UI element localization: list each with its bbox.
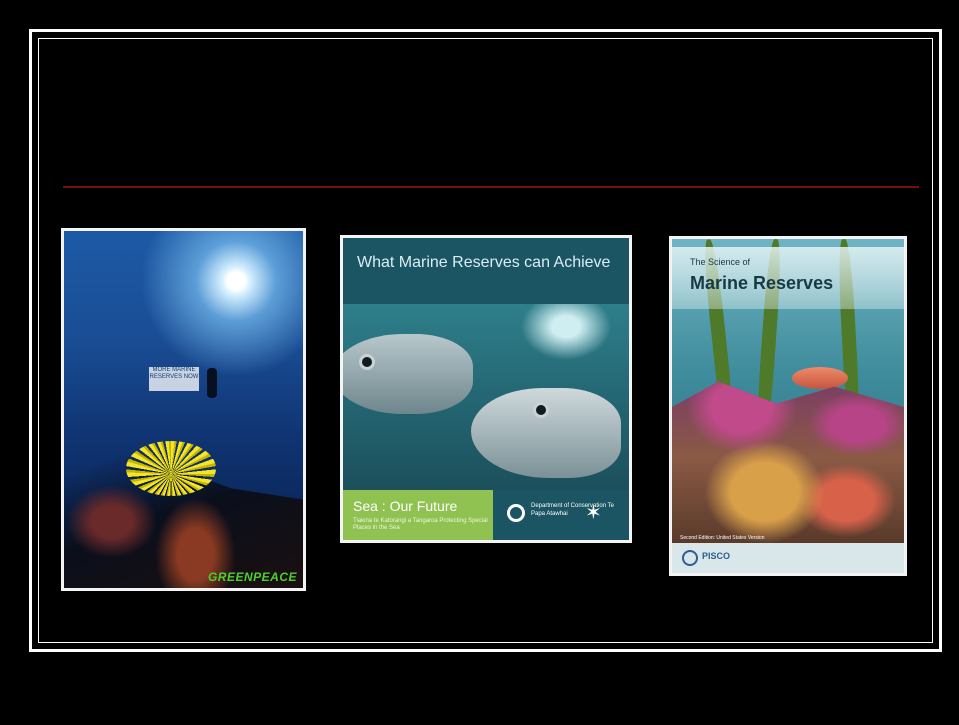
title-divider-line	[63, 186, 919, 188]
doc-logo-icon	[507, 504, 525, 522]
greenpeace-poster-image: MORE MARINE RESERVES NOW GREENPEACE	[61, 228, 306, 591]
pisco-logo-icon	[682, 550, 698, 566]
diver-silhouette	[207, 368, 217, 398]
fish-eye	[533, 402, 549, 418]
edition-text: Second Edition: United States Version	[680, 535, 765, 541]
brochure-green-panel: Sea : Our Future Tiakina te Katorangi a …	[343, 490, 493, 540]
pisco-org-text: PISCO	[702, 551, 731, 561]
greenpeace-logo: GREENPEACE	[207, 570, 297, 584]
cover-title-band: The Science of Marine Reserves	[672, 247, 904, 309]
snapper-photo	[343, 304, 629, 492]
cover-title-small: The Science of	[690, 257, 751, 267]
protest-banner: MORE MARINE RESERVES NOW	[149, 367, 199, 391]
cover-footer: Second Edition: United States Version PI…	[672, 535, 904, 573]
cover-title-big: Marine Reserves	[690, 273, 834, 293]
fish-eye	[359, 354, 375, 370]
snapper-fish-left	[343, 334, 473, 414]
yellow-feather-star	[126, 441, 216, 496]
brochure-org-panel: Department of Conservation Te Papa Atawh…	[493, 490, 629, 540]
coral-reef	[672, 381, 904, 543]
brochure-title: What Marine Reserves can Achieve	[357, 254, 611, 271]
brochure-tagline: Tiakina te Katorangi a Tangaroa Protecti…	[353, 518, 488, 531]
brochure-subtitle: Sea : Our Future	[353, 498, 458, 514]
snapper-fish-right	[471, 388, 621, 478]
marine-reserves-brochure-image: What Marine Reserves can Achieve Sea : O…	[340, 235, 632, 543]
ministry-fisheries-logo-icon: ✶	[585, 502, 602, 524]
science-marine-reserves-cover-image: The Science of Marine Reserves Second Ed…	[669, 236, 907, 576]
red-fish	[792, 367, 848, 389]
